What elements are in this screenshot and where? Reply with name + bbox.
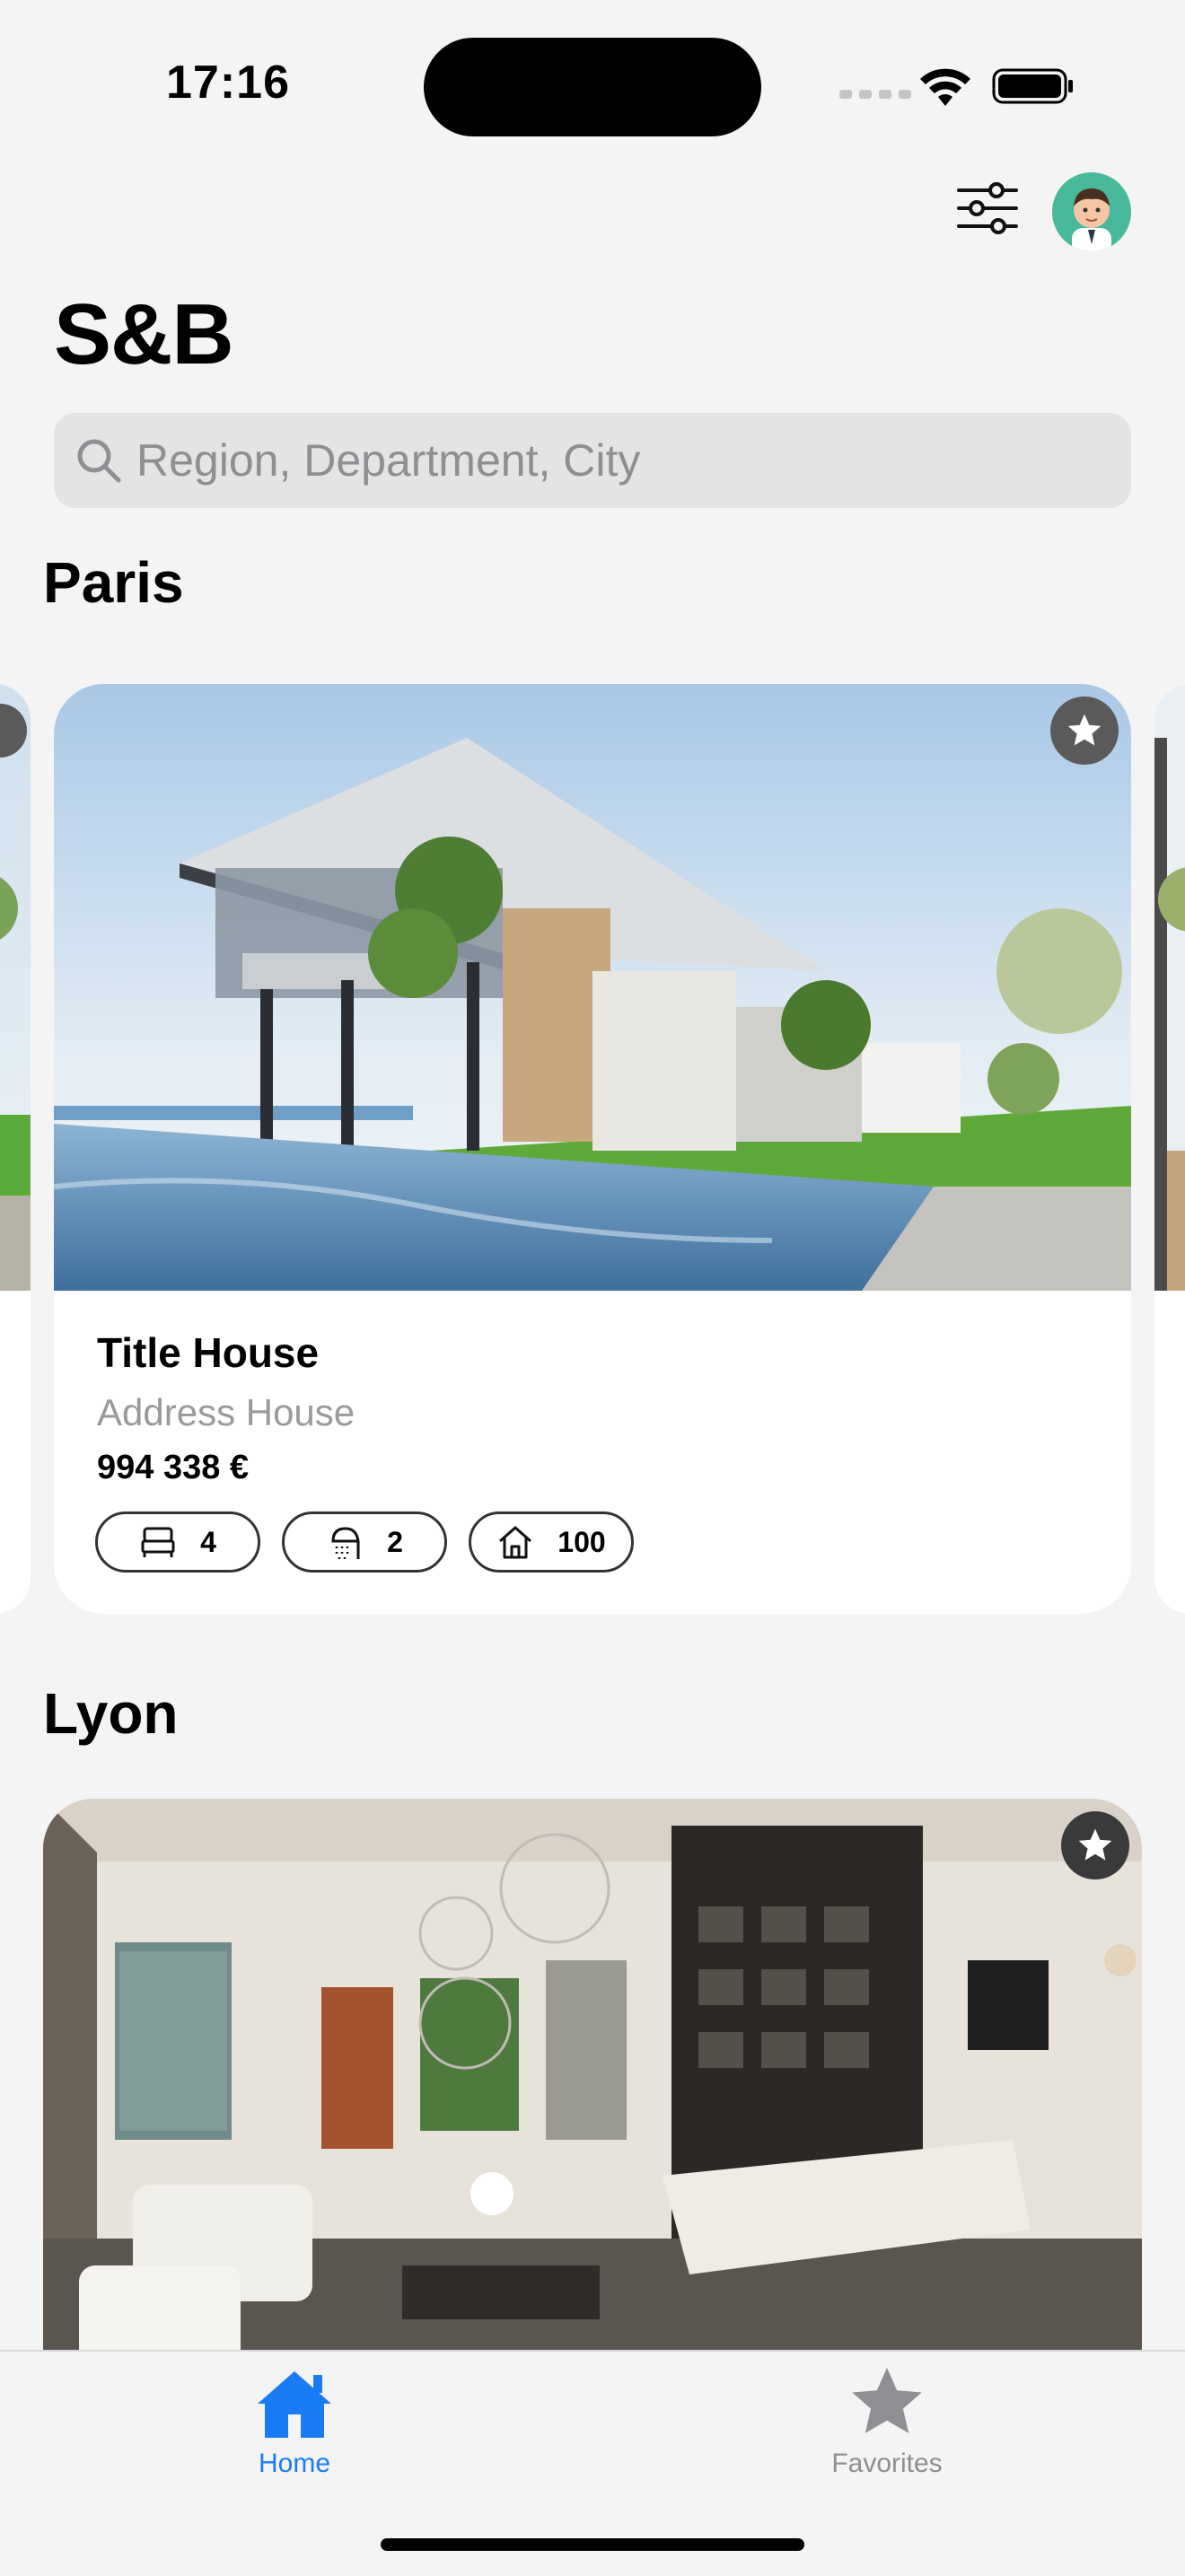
- bedrooms-count: 4: [200, 1525, 216, 1558]
- property-image-lyon: [43, 1799, 1142, 2373]
- home-icon: [258, 2371, 331, 2438]
- property-card-lyon[interactable]: [43, 1799, 1142, 2373]
- property-price: 994 338 €: [97, 1449, 250, 1486]
- star-icon: [852, 2367, 922, 2433]
- search-bar[interactable]: [54, 413, 1131, 508]
- search-input[interactable]: [135, 434, 1108, 487]
- favorite-button[interactable]: [1050, 697, 1119, 765]
- bedrooms-chip: 4: [95, 1511, 260, 1573]
- section-title-paris: Paris: [43, 550, 184, 615]
- dynamic-island: [424, 38, 761, 136]
- battery-icon: [992, 68, 1073, 104]
- section-title-lyon: Lyon: [43, 1681, 179, 1746]
- property-title: Title House: [97, 1329, 320, 1376]
- house-icon: [499, 1526, 532, 1559]
- bed-icon: [141, 1527, 175, 1557]
- wifi-icon: [920, 68, 970, 106]
- avatar[interactable]: [1052, 172, 1131, 251]
- shower-icon: [331, 1527, 360, 1559]
- home-indicator: [381, 2538, 804, 2551]
- status-time: 17:16: [166, 57, 290, 109]
- carousel-card-next[interactable]: [1154, 684, 1185, 1614]
- bathrooms-count: 2: [387, 1525, 403, 1558]
- tab-home-label: Home: [258, 2449, 331, 2478]
- search-icon: [77, 439, 121, 483]
- favorite-button-lyon[interactable]: [1061, 1811, 1129, 1879]
- property-address: Address House: [97, 1391, 356, 1433]
- area-value: 100: [557, 1525, 606, 1558]
- property-card[interactable]: Title House Address House 994 338 € 4 2 …: [54, 684, 1131, 1614]
- page-title: S&B: [54, 286, 234, 382]
- cellular-signal-icon: [839, 90, 911, 99]
- area-chip: 100: [469, 1511, 634, 1573]
- star-icon: [1078, 1828, 1112, 1861]
- bathrooms-chip: 2: [282, 1511, 447, 1573]
- tab-favorites-label: Favorites: [831, 2449, 943, 2478]
- tab-home[interactable]: Home: [187, 2366, 402, 2479]
- carousel-card-previous[interactable]: [0, 684, 31, 1614]
- tab-favorites[interactable]: Favorites: [779, 2366, 995, 2479]
- star-icon: [1067, 714, 1102, 746]
- property-image: [54, 684, 1131, 1291]
- filter-icon[interactable]: [955, 180, 1020, 237]
